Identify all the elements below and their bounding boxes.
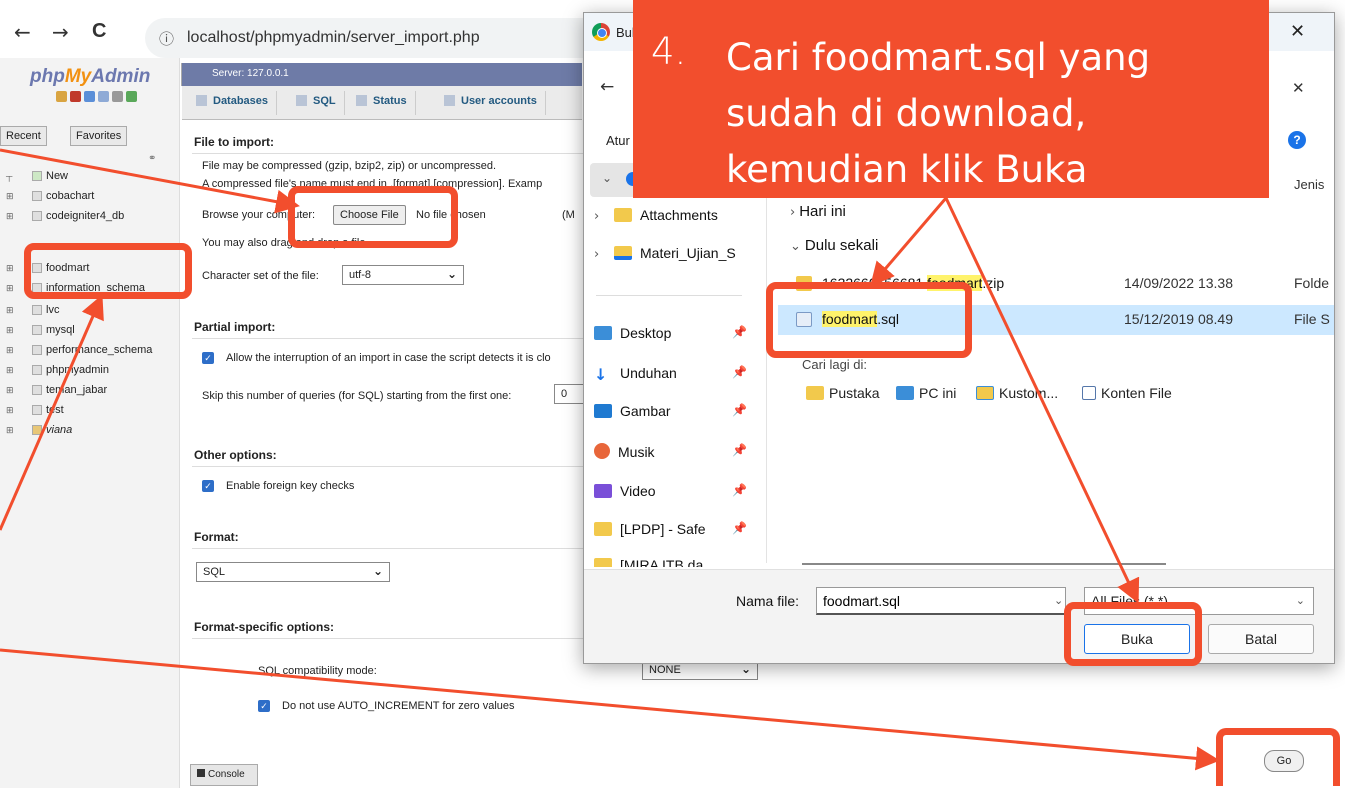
annotation-arrows: [0, 148, 1220, 771]
arrow-to-foodmart-db: [0, 294, 104, 531]
arrow-to-choose-file: [0, 148, 300, 214]
arrow-to-go-button: [0, 648, 1220, 771]
arrow-to-open-button: [944, 197, 1140, 604]
arrow-to-foodmart-sql: [870, 197, 948, 287]
